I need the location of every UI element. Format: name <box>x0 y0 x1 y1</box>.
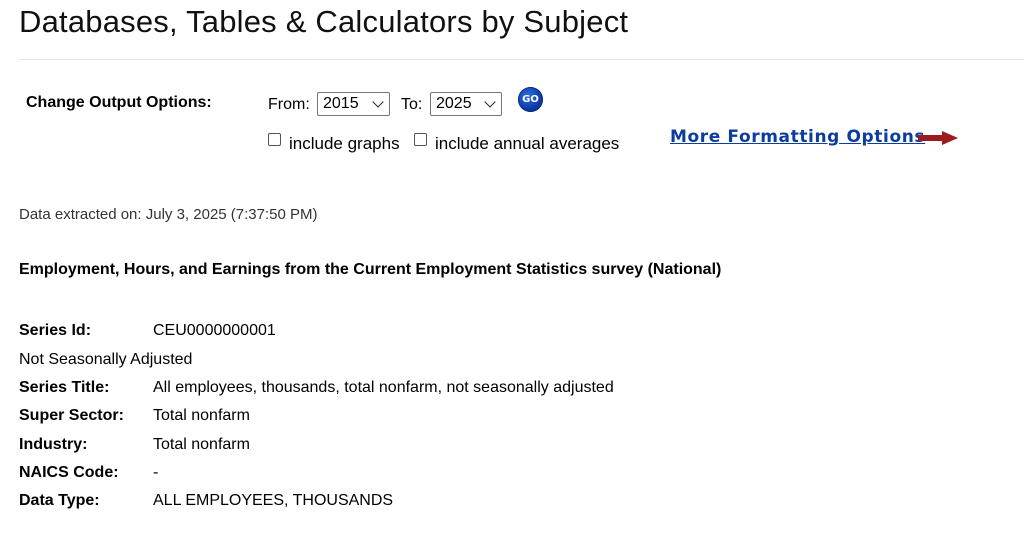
from-year-value: 2015 <box>323 95 359 112</box>
series-title-value: All employees, thousands, total nonfarm,… <box>153 379 614 396</box>
data-type-label: Data Type: <box>19 492 100 509</box>
output-options-label: Change Output Options: <box>26 94 212 111</box>
include-annual-averages-label[interactable]: include annual averages <box>435 134 619 154</box>
right-arrow-icon[interactable] <box>918 131 958 145</box>
include-annual-averages-checkbox[interactable] <box>414 133 427 146</box>
data-extracted-timestamp: Data extracted on: July 3, 2025 (7:37:50… <box>19 206 318 223</box>
survey-title: Employment, Hours, and Earnings from the… <box>19 261 722 278</box>
industry-label: Industry: <box>19 436 88 453</box>
page: Databases, Tables & Calculators by Subje… <box>0 0 1024 533</box>
naics-code-value: - <box>153 464 159 481</box>
series-id-value: CEU0000000001 <box>153 322 276 339</box>
from-label: From: <box>268 96 310 113</box>
chevron-down-icon <box>484 96 496 108</box>
from-year-select[interactable]: 2015 <box>317 92 390 116</box>
super-sector-label: Super Sector: <box>19 407 124 424</box>
chevron-down-icon <box>372 96 384 108</box>
divider <box>19 59 1024 60</box>
data-type-value: ALL EMPLOYEES, THOUSANDS <box>153 492 394 509</box>
series-title-label: Series Title: <box>19 379 110 396</box>
seasonal-adjustment: Not Seasonally Adjusted <box>19 351 193 368</box>
series-id-label: Series Id: <box>19 322 92 339</box>
super-sector-value: Total nonfarm <box>153 407 250 424</box>
industry-value: Total nonfarm <box>153 436 250 453</box>
include-graphs-label[interactable]: include graphs <box>289 134 400 154</box>
to-year-select[interactable]: 2025 <box>430 92 502 116</box>
include-graphs-checkbox[interactable] <box>268 133 281 146</box>
to-label: To: <box>401 96 423 113</box>
more-formatting-options-link[interactable]: More Formatting Options <box>670 127 925 147</box>
page-title: Databases, Tables & Calculators by Subje… <box>19 4 629 39</box>
naics-code-label: NAICS Code: <box>19 464 119 481</box>
to-year-value: 2025 <box>436 95 472 112</box>
go-button[interactable]: GO <box>518 87 543 112</box>
